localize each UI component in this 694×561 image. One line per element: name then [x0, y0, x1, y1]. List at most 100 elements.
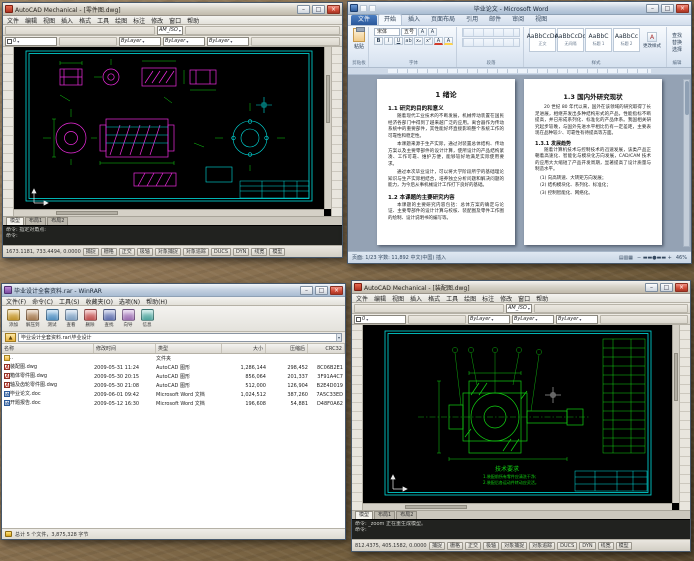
cad-window-bottom[interactable]: AutoCAD Mechanical - [装配图.dwg] – □ × 文件编…: [351, 280, 691, 552]
superscript-button[interactable]: x²: [424, 37, 433, 45]
menu-item[interactable]: 编辑: [374, 294, 386, 303]
menu-item[interactable]: 插入: [61, 16, 73, 25]
status-toggle[interactable]: 对象捕捉: [501, 542, 527, 550]
cad1-properties-toolbar[interactable]: 0▾ ByLayer▾ ByLayer▾ ByLayer▾: [3, 36, 342, 47]
menu-item[interactable]: 修改: [151, 16, 163, 25]
menu-item[interactable]: 视图: [43, 16, 55, 25]
maximize-button[interactable]: □: [315, 286, 328, 295]
menu-item[interactable]: 帮助: [536, 294, 548, 303]
font-color-button[interactable]: A: [434, 37, 443, 45]
status-toggle[interactable]: 对象追踪: [183, 248, 209, 256]
status-toggle[interactable]: 栅格: [447, 542, 463, 550]
cad-window-top[interactable]: AutoCAD Mechanical - [零件图.dwg] – □ × 文件编…: [2, 2, 343, 258]
close-button[interactable]: ×: [330, 286, 343, 295]
style-combo[interactable]: AM_ISO▾: [157, 26, 183, 35]
winrar-titlebar[interactable]: 毕业设计全套资料.rar - WinRAR – □ ×: [2, 284, 345, 297]
status-toggle[interactable]: 模型: [616, 542, 632, 550]
change-styles-button[interactable]: A 更改样式: [641, 28, 663, 52]
cad1-drawing-canvas[interactable]: [14, 47, 331, 216]
layer-combo[interactable]: 0▾: [5, 37, 57, 46]
tab-layout1[interactable]: 布局1: [25, 217, 46, 225]
menu-item[interactable]: 文件: [7, 16, 19, 25]
file-row[interactable]: .. 文件夹: [2, 354, 345, 363]
menu-item[interactable]: 绘图: [464, 294, 476, 303]
zoom-slider[interactable]: − ▬▬●▬▬ +: [637, 255, 672, 261]
status-toggle[interactable]: 捕捉: [83, 248, 99, 256]
file-row[interactable]: 毕业论文.doc 2009-06-01 09:42 Microsoft Word…: [2, 390, 345, 399]
toolbar-button[interactable]: 信息: [141, 309, 154, 328]
ribbon-tab[interactable]: 开始: [378, 14, 402, 25]
cad2-properties-toolbar[interactable]: 0▾ ByLayer▾ ByLayer▾ ByLayer▾: [352, 314, 690, 325]
ribbon-tab[interactable]: 邮件: [484, 15, 506, 25]
zoom-level[interactable]: 46%: [676, 255, 687, 261]
bold-button[interactable]: B: [374, 37, 383, 45]
vertical-scrollbar[interactable]: [324, 47, 331, 209]
tab-model[interactable]: 模型: [6, 217, 24, 225]
menu-item[interactable]: 格式: [79, 16, 91, 25]
menu-item[interactable]: 格式: [428, 294, 440, 303]
file-row[interactable]: 轴及齿轮零件图.dwg 2009-05-30 21:08 AutoCAD 图形 …: [2, 381, 345, 390]
column-date[interactable]: 修改时间: [94, 344, 156, 353]
menu-item[interactable]: 修改: [500, 294, 512, 303]
toolbar-button[interactable]: 解压到: [26, 309, 40, 328]
tab-layout2[interactable]: 布局2: [396, 511, 417, 519]
column-size[interactable]: 大小: [222, 344, 266, 353]
color-combo[interactable]: ByLayer▾: [119, 37, 161, 46]
toolbar-icons[interactable]: [408, 315, 466, 324]
status-toggle[interactable]: 对象追踪: [529, 542, 555, 550]
editing-command[interactable]: 替换: [672, 40, 682, 46]
status-toggle[interactable]: 正交: [465, 542, 481, 550]
document-area[interactable]: 1 绪论 1.1 研究的目的和意义 随着现代工业技术的不断发展，机械传动装置在国…: [348, 75, 691, 251]
italic-button[interactable]: I: [384, 37, 393, 45]
ribbon-tab[interactable]: 页面布局: [426, 15, 460, 25]
file-row[interactable]: 开题报告.doc 2009-05-12 16:30 Microsoft Word…: [2, 399, 345, 408]
view-switcher-icons[interactable]: ▤▥▦: [619, 255, 633, 261]
tab-layout1[interactable]: 布局1: [374, 511, 395, 519]
status-toggle[interactable]: 极轴: [483, 542, 499, 550]
subscript-button[interactable]: x₂: [414, 37, 423, 45]
winrar-window[interactable]: 毕业设计全套资料.rar - WinRAR – □ × 文件(F)命令(C)工具…: [1, 283, 346, 540]
menu-item[interactable]: 工具: [446, 294, 458, 303]
menu-item[interactable]: 文件: [356, 294, 368, 303]
horizontal-scrollbar[interactable]: [14, 209, 324, 216]
undo-icon[interactable]: [369, 5, 376, 12]
lineweight-combo[interactable]: ByLayer▾: [556, 315, 598, 324]
save-icon[interactable]: [360, 5, 367, 12]
menu-item[interactable]: 插入: [410, 294, 422, 303]
cad1-titlebar[interactable]: AutoCAD Mechanical - [零件图.dwg] – □ ×: [3, 3, 342, 16]
toolbar-icons[interactable]: [534, 304, 688, 313]
menu-item[interactable]: 编辑: [25, 16, 37, 25]
paragraph-icons-row1[interactable]: [462, 28, 520, 37]
font-name-combo[interactable]: 宋体: [374, 28, 400, 36]
status-toggle[interactable]: 捕捉: [429, 542, 445, 550]
color-combo[interactable]: ByLayer▾: [468, 315, 510, 324]
status-toggle[interactable]: 线宽: [598, 542, 614, 550]
menu-item[interactable]: 绘图: [115, 16, 127, 25]
menu-item[interactable]: 视图: [392, 294, 404, 303]
menu-item[interactable]: 标注: [482, 294, 494, 303]
toolbar-icons[interactable]: [600, 315, 688, 324]
toolbar-icons[interactable]: [5, 26, 155, 35]
cad1-command-line[interactable]: 命令: 指定对角点: 命令:: [3, 225, 342, 245]
tab-model[interactable]: 模型: [355, 511, 373, 519]
ribbon-tab[interactable]: 审阅: [507, 15, 529, 25]
status-toggle[interactable]: DUCS: [211, 248, 231, 256]
close-button[interactable]: ×: [327, 5, 340, 14]
shrink-font-button[interactable]: A: [428, 28, 437, 36]
status-toggle[interactable]: DYN: [233, 248, 249, 256]
page-2[interactable]: 1.3 国内外研究现状 20 世纪 80 年代以来，国外在该领域的研究取得了长足…: [524, 79, 662, 245]
minimize-button[interactable]: –: [300, 286, 313, 295]
ribbon-tab[interactable]: 插入: [403, 15, 425, 25]
ribbon-tab[interactable]: 引用: [461, 15, 483, 25]
editing-command[interactable]: 查找: [672, 33, 682, 39]
cad2-drawing-canvas[interactable]: 技术要求 1.装配前所有零件应清洗干净; 2.装配后各运动件转动应灵活。: [363, 325, 679, 510]
word-window[interactable]: 毕业论文 - Microsoft Word – □ × 文件开始插入页面布局引用…: [347, 1, 692, 264]
status-toggle[interactable]: 模型: [269, 248, 285, 256]
linetype-combo[interactable]: ByLayer▾: [163, 37, 205, 46]
style-combo[interactable]: AM_ISO▾: [506, 304, 532, 313]
cad2-standard-toolbar[interactable]: AM_ISO▾: [352, 303, 690, 314]
toolbar-button[interactable]: 查找: [103, 309, 116, 328]
status-toggle[interactable]: DUCS: [557, 542, 577, 550]
minimize-button[interactable]: –: [646, 4, 659, 13]
paragraph-icons-row2[interactable]: [462, 38, 520, 47]
